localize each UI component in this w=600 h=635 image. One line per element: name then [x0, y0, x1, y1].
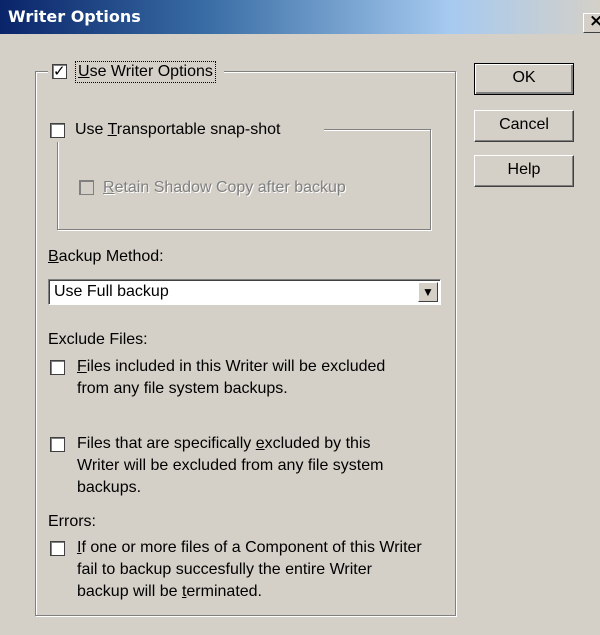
backup-method-label: Backup Method: [48, 248, 164, 265]
close-icon: × [589, 14, 600, 31]
transportable-label[interactable]: Use Transportable snap-shot [75, 120, 280, 140]
exclude-option1-checkbox[interactable] [50, 360, 65, 375]
exclude-files-heading: Exclude Files: [48, 331, 148, 348]
dropdown-button[interactable]: ▼ [418, 282, 438, 302]
close-button[interactable]: × [583, 13, 600, 33]
title-bar: Writer Options [0, 0, 600, 34]
checkmark-icon: ✓ [53, 62, 66, 80]
writer-options-dialog: Writer Options × ✓ Use Writer Options Us… [0, 0, 600, 635]
use-writer-options-label[interactable]: Use Writer Options [75, 61, 216, 83]
exclude-option2-checkbox[interactable] [50, 437, 65, 452]
ok-button[interactable]: OK [474, 63, 574, 95]
help-button[interactable]: Help [474, 155, 574, 187]
retain-shadow-copy-checkbox[interactable] [79, 180, 94, 195]
errors-heading: Errors: [48, 513, 96, 530]
errors-option-label[interactable]: If one or more files of a Component of t… [77, 537, 452, 603]
cancel-button[interactable]: Cancel [474, 110, 574, 142]
backup-method-value: Use Full backup [54, 283, 169, 300]
retain-shadow-copy-label[interactable]: Retain Shadow Copy after backup [103, 178, 346, 198]
errors-option-checkbox[interactable] [50, 541, 65, 556]
exclude-option1-label[interactable]: Files included in this Writer will be ex… [77, 356, 447, 400]
transportable-checkbox[interactable] [50, 123, 65, 138]
use-writer-options-checkbox[interactable]: ✓ [52, 62, 67, 80]
chevron-down-icon: ▼ [422, 285, 434, 299]
dialog-title: Writer Options [8, 7, 141, 26]
backup-method-select[interactable]: Use Full backup ▼ [48, 279, 441, 305]
exclude-option2-label[interactable]: Files that are specifically excluded by … [77, 433, 447, 499]
